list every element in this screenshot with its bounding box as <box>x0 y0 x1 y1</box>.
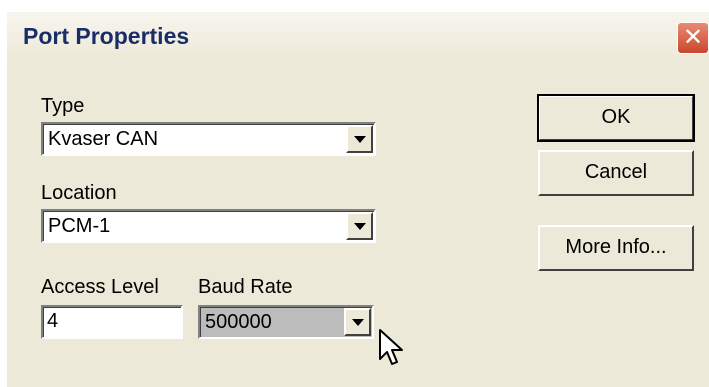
close-icon: ✕ <box>682 24 704 51</box>
type-dropdown-button[interactable] <box>346 125 373 153</box>
baud-rate-value: 500000 <box>205 311 272 333</box>
location-label: Location <box>41 182 117 204</box>
baud-rate-dropdown-button[interactable] <box>344 308 371 336</box>
baud-rate-select[interactable]: 500000 <box>198 305 374 339</box>
location-value: PCM-1 <box>48 215 111 237</box>
type-label: Type <box>41 95 85 117</box>
port-properties-dialog: Port Properties ✕ Type Kvaser CAN Locati… <box>5 10 709 387</box>
location-select[interactable]: PCM-1 <box>41 209 376 243</box>
dialog-title: Port Properties <box>23 23 190 49</box>
type-value: Kvaser CAN <box>48 128 159 150</box>
type-select[interactable]: Kvaser CAN <box>41 122 376 156</box>
access-level-label: Access Level <box>41 276 159 298</box>
baud-rate-label: Baud Rate <box>198 276 293 298</box>
access-level-input[interactable]: 4 <box>41 305 183 339</box>
more-info-button[interactable]: More Info... <box>538 225 694 271</box>
title-bar: Port Properties ✕ <box>7 12 709 62</box>
ok-button[interactable]: OK <box>537 94 695 142</box>
close-button[interactable]: ✕ <box>677 22 709 54</box>
arrow-cursor-icon <box>379 329 403 365</box>
location-dropdown-button[interactable] <box>346 212 373 240</box>
cancel-button[interactable]: Cancel <box>538 150 694 196</box>
